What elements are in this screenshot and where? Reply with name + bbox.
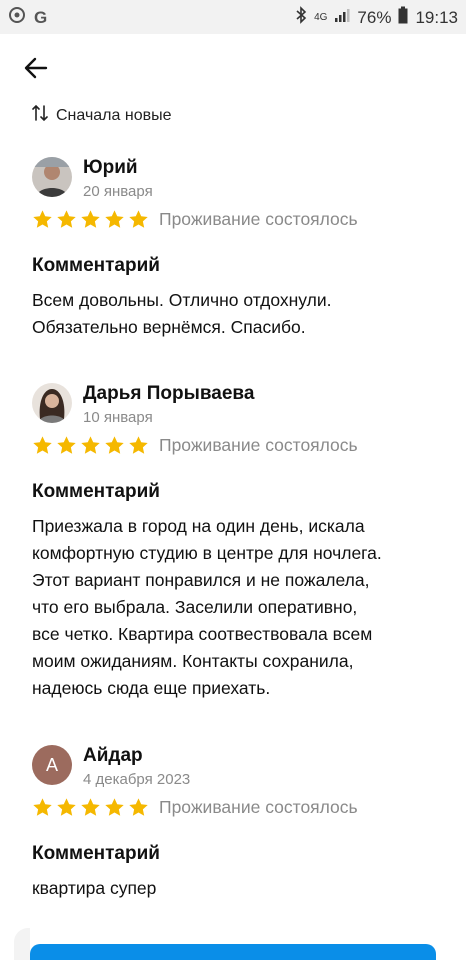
star-icon bbox=[129, 210, 148, 228]
battery-icon bbox=[398, 6, 408, 29]
sort-control[interactable]: Сначала новые bbox=[32, 104, 171, 127]
signal-icon bbox=[334, 7, 350, 28]
star-icon bbox=[33, 436, 52, 454]
avatar[interactable] bbox=[32, 157, 72, 197]
review-date: 20 января bbox=[83, 183, 153, 200]
star-icon bbox=[57, 210, 76, 228]
back-button[interactable] bbox=[22, 54, 50, 82]
avatar[interactable]: А bbox=[32, 745, 72, 785]
review-date: 4 декабря 2023 bbox=[83, 771, 191, 788]
bluetooth-icon bbox=[295, 6, 307, 29]
star-icon bbox=[129, 798, 148, 816]
comment-line: Этот вариант понравился и не пожалела, bbox=[32, 570, 370, 590]
star-icon bbox=[105, 436, 124, 454]
primary-action-button[interactable] bbox=[30, 944, 436, 960]
rating-row: Проживание состоялось bbox=[32, 797, 358, 818]
comment-text: Всем довольны. Отлично отдохнули. Обязат… bbox=[32, 287, 442, 341]
star-icon bbox=[57, 798, 76, 816]
arrow-left-icon bbox=[24, 57, 48, 79]
avatar[interactable] bbox=[32, 383, 72, 423]
reviewer-name: Юрий bbox=[83, 157, 138, 178]
comment-line: квартира супер bbox=[32, 878, 157, 898]
comment-label: Комментарий bbox=[32, 255, 160, 276]
status-bar: G 4G 76% 19:13 bbox=[0, 0, 466, 34]
star-rating bbox=[32, 435, 149, 456]
comment-text: квартира супер bbox=[32, 875, 442, 902]
network-label: 4G bbox=[314, 12, 328, 23]
rating-row: Проживание состоялось bbox=[32, 209, 358, 230]
review-date: 10 января bbox=[83, 409, 153, 426]
comment-line: что его выбрала. Заселили оперативно, bbox=[32, 597, 358, 617]
stay-status: Проживание состоялось bbox=[159, 435, 358, 455]
star-rating bbox=[32, 797, 149, 818]
comment-label: Комментарий bbox=[32, 843, 160, 864]
comment-line: моим ожиданиям. Контакты сохранила, bbox=[32, 651, 354, 671]
star-icon bbox=[105, 210, 124, 228]
star-rating bbox=[32, 209, 149, 230]
comment-text: Приезжала в город на один день, искала к… bbox=[32, 513, 442, 702]
sort-label: Сначала новые bbox=[56, 106, 172, 124]
star-icon bbox=[105, 798, 124, 816]
battery-percent: 76% bbox=[357, 7, 392, 27]
bottom-sheet-edge bbox=[14, 928, 30, 960]
comment-line: надеюсь сюда еще приехать. bbox=[32, 678, 271, 698]
comment-line: все четко. Квартира соотвествовала всем bbox=[32, 624, 373, 644]
clock: 19:13 bbox=[415, 7, 458, 27]
comment-line: Приезжала в город на один день, искала bbox=[32, 516, 365, 536]
reviewer-name: Дарья Порываева bbox=[83, 383, 255, 404]
stay-status: Проживание состоялось bbox=[159, 797, 358, 817]
rating-row: Проживание состоялось bbox=[32, 435, 358, 456]
star-icon bbox=[33, 210, 52, 228]
reviewer-name: Айдар bbox=[83, 745, 143, 766]
star-icon bbox=[81, 798, 100, 816]
stay-status: Проживание состоялось bbox=[159, 209, 358, 229]
google-icon: G bbox=[34, 7, 48, 27]
star-icon bbox=[57, 436, 76, 454]
sort-icon bbox=[32, 104, 48, 127]
comment-line: Обязательно вернёмся. Спасибо. bbox=[32, 317, 306, 337]
star-icon bbox=[33, 798, 52, 816]
comment-line: комфортную студию в центре для ночлега. bbox=[32, 543, 382, 563]
comment-line: Всем довольны. Отлично отдохнули. bbox=[32, 290, 332, 310]
star-icon bbox=[129, 436, 148, 454]
location-icon bbox=[8, 6, 26, 29]
comment-label: Комментарий bbox=[32, 481, 160, 502]
star-icon bbox=[81, 210, 100, 228]
avatar-letter: А bbox=[45, 754, 58, 775]
star-icon bbox=[81, 436, 100, 454]
